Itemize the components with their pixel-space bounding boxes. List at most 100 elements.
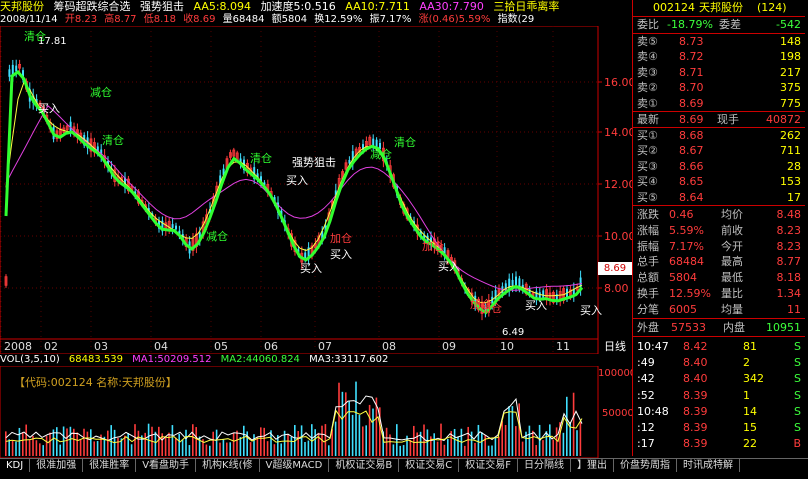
tab-5[interactable]: V超级MACD (260, 459, 330, 472)
sell-row: 卖⑤ 8.73 148 (637, 35, 801, 48)
info-high: 高8.77 (104, 14, 137, 25)
signal-annotation: 加仓 (330, 231, 352, 245)
buy-row: 买① 8.68 262 (637, 129, 801, 142)
quote-code: 002124 (653, 1, 695, 14)
last-price-row: 最新 8.69 现手 40872 (637, 113, 801, 126)
info-low: 低8.18 (143, 14, 176, 25)
sell-row: 卖① 8.69 775 (637, 96, 801, 110)
tab-7[interactable]: 权证交易C (399, 459, 460, 472)
tick-row: 10:48 8.39 14 S (637, 404, 801, 418)
signal-annotation: 强势狙击 (292, 156, 336, 169)
x-axis-label: 08 (382, 340, 396, 353)
stat-row: 总手 68484 最高 8.77 (637, 255, 801, 269)
tab-11[interactable]: 价盘势周指 (614, 459, 677, 472)
tick-row: :49 8.40 2 S (637, 356, 801, 370)
vol-axis-mid: 50000 (602, 408, 632, 419)
tab-9[interactable]: 日分隔线 (518, 459, 571, 472)
signal-annotation: 买入 (330, 248, 352, 261)
aa30-value: AA30:7.790 (419, 0, 484, 13)
tab-6[interactable]: 机权证交易B (329, 459, 400, 472)
stat-row: 换手 12.59% 量比 1.34 (637, 287, 801, 300)
signal-annotation: 减仓 (206, 229, 228, 243)
quote-header: 002124 天邦股份 (124) (633, 0, 805, 15)
volume-chart[interactable]: 【代码:002124 名称:天邦股份】 100000 50000 (0, 366, 632, 458)
info-open: 开8.23 (64, 14, 98, 25)
stock-name: 天邦股份 (0, 0, 44, 13)
y-axis-label: 16.00 (604, 76, 632, 89)
vol-value: 68483.539 (68, 354, 123, 365)
vol-ma2: MA2:44060.824 (220, 354, 300, 365)
x-axis-label: 05 (214, 340, 228, 353)
signal-annotation: 加仓 (422, 239, 444, 253)
info-volume: 量68484 (222, 14, 265, 25)
info-change: 涨(0.46)5.59% (418, 14, 491, 25)
x-axis-label: 04 (154, 340, 168, 353)
indicator-name[interactable]: 筹码超跌综合选 (54, 0, 131, 13)
kline-chart[interactable]: 16.00 14.00 12.00 10.00 8.00 2008 02 03 04 05 06 0… (0, 26, 632, 354)
stat-row: 分笔 6005 均量 11 (637, 302, 801, 316)
signal-annotation: 买入 (438, 260, 460, 273)
info-amount: 额5804 (271, 14, 308, 25)
tab-1[interactable]: 很准加强 (30, 459, 84, 472)
candle-info-bar: 2008/11/14 开8.23 高8.77 低8.18 收8.69 量6848… (0, 13, 598, 26)
signal-annotation: 买入 (580, 304, 602, 317)
sell-row: 卖② 8.70 375 (637, 81, 801, 95)
info-close: 收8.69 (183, 14, 216, 25)
code-label: 【代码:002124 名称:天邦股份】 (14, 375, 177, 389)
signal-annotation: 减仓 (370, 147, 392, 161)
aa5-value: AA5:8.094 (193, 0, 252, 13)
tab-8[interactable]: 权证交易F (459, 459, 518, 472)
x-axis-label: 07 (318, 340, 332, 353)
quote-panel: 002124 天邦股份 (124) 委比 -18.79% 委差 -542 卖⑤ 8… (632, 0, 808, 456)
tick-row: :42 8.40 342 S (637, 372, 801, 386)
buy-row: 买③ 8.66 28 (637, 159, 801, 173)
signal-annotation: 买入 (286, 174, 308, 187)
quote-name: 天邦股份 (699, 1, 743, 14)
x-axis-label: 02 (44, 340, 58, 353)
signal-annotation: 买入 (38, 102, 60, 115)
tick-row: 10:47 8.42 81 S (637, 340, 801, 353)
tab-10[interactable]: 】狸出 (571, 459, 614, 472)
vol-title: VOL(3,5,10) (0, 354, 60, 365)
signal-annotation: 清仓 (394, 135, 416, 149)
stat-row: 总额 5804 最低 8.18 (637, 271, 801, 285)
info-date: 2008/11/14 (0, 14, 58, 25)
signal-annotation: 买入 (300, 262, 322, 275)
current-price-tag: 8.69 (598, 262, 632, 275)
tab-3[interactable]: V看盘助手 (136, 459, 197, 472)
tick-row: :17 8.39 22 B (637, 437, 801, 451)
info-amplitude: 振7.17% (369, 14, 412, 25)
period-label[interactable]: 日线 (604, 339, 626, 353)
y-axis-label: 12.00 (604, 178, 632, 191)
signal-annotation: 加仓 (470, 297, 492, 311)
y-axis-label: 10.00 (604, 230, 632, 243)
x-axis-label: 03 (94, 340, 108, 353)
tab-2[interactable]: 很准胜率 (83, 459, 137, 472)
y-axis-label: 8.00 (604, 282, 629, 295)
tick-row: :12 8.39 15 S (637, 421, 801, 434)
x-axis-label: 10 (500, 340, 514, 353)
stat-row: 涨跌 0.46 均价 8.48 (637, 208, 801, 221)
info-index: 指数(29 (497, 14, 535, 25)
low-price-label: 6.49 (502, 327, 524, 338)
accel-value: 加速度5:0.516 (260, 0, 336, 13)
outer-inner-row: 外盘 57533 内盘 10951 (637, 321, 801, 334)
indicator-tabs: KDJ 很准加强 很准胜率 V看盘助手 机构K线(修 V超级MACD 机权证交易B 权证交易C… (0, 458, 808, 472)
signal-annotation: 减仓 (90, 85, 112, 99)
indicator-title-bar: 天邦股份 筹码超跌综合选 强势狙击 AA5:8.094 加速度5:0.516 A… (0, 0, 630, 13)
strategy-name: 强势狙击 (140, 0, 184, 13)
buy-row: 买② 8.67 711 (637, 144, 801, 158)
signal-annotation: 清仓 (250, 151, 272, 165)
quote-seq: (124) (757, 1, 787, 14)
tab-0[interactable]: KDJ (0, 459, 31, 472)
vol-axis-top: 100000 (598, 368, 632, 379)
x-axis-label: 06 (264, 340, 278, 353)
webi-row: 委比 -18.79% 委差 -542 (637, 18, 801, 31)
vol-ma3: MA3:33117.602 (309, 354, 389, 365)
info-turnover: 换12.59% (314, 14, 363, 25)
vol-ma1: MA1:50209.512 (132, 354, 212, 365)
tab-4[interactable]: 机构K线(修 (196, 459, 260, 472)
tab-12[interactable]: 时讯成特解 (677, 459, 740, 472)
sell-row: 卖③ 8.71 217 (637, 65, 801, 79)
stat-row: 涨幅 5.59% 前收 8.23 (637, 223, 801, 237)
